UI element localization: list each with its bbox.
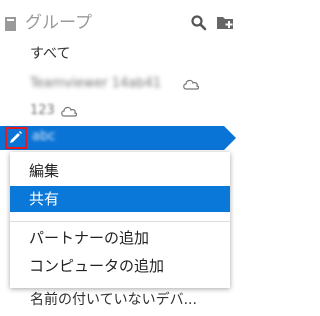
group-name-blurred: abc: [32, 129, 56, 144]
cloud-icon: [182, 77, 200, 90]
group-item[interactable]: Teamviewer 14ab41: [30, 74, 230, 92]
pencil-icon[interactable]: [5, 127, 27, 149]
group-item-selected[interactable]: abc: [0, 126, 246, 150]
folder-plus-icon[interactable]: [216, 14, 236, 32]
menu-item-add-computer[interactable]: コンピュータの追加: [10, 253, 230, 279]
menu-item-add-partner[interactable]: パートナーの追加: [10, 225, 230, 251]
group-item[interactable]: 123: [30, 101, 150, 119]
group-name-blurred: Teamviewer 14ab41: [30, 76, 162, 91]
group-unnamed-devices[interactable]: 名前の付いていないデバ...: [30, 289, 197, 309]
menu-item-edit[interactable]: 編集: [10, 158, 230, 184]
group-context-menu: 編集 共有 パートナーの追加 コンピュータの追加: [10, 152, 230, 288]
group-all[interactable]: すべて: [30, 45, 70, 63]
cloud-icon: [60, 104, 78, 117]
menu-divider: [10, 221, 230, 222]
group-name: 123: [30, 103, 55, 118]
groups-header: グループ: [0, 10, 246, 36]
book-icon: [4, 16, 18, 36]
search-icon[interactable]: [190, 14, 208, 32]
groups-panel: グループ すべて Teamviewer 14ab41 123 abc 編集 共有…: [0, 0, 246, 316]
groups-title: グループ: [25, 13, 92, 33]
menu-item-share[interactable]: 共有: [10, 186, 230, 212]
